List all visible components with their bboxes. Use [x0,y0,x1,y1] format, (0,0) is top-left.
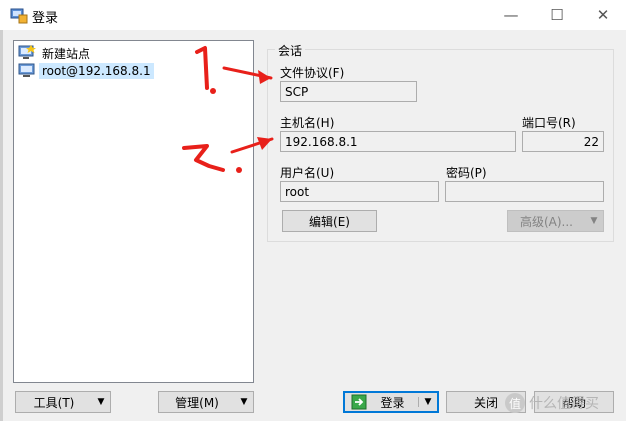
password-label: 密码(P) [446,166,487,180]
login-button[interactable]: 登录 ▼ [343,391,439,413]
minimize-button[interactable]: — [488,0,534,30]
chevron-down-icon: ▼ [418,397,437,407]
chevron-down-icon: ▼ [590,216,598,226]
maximize-button[interactable]: ☐ [534,0,580,30]
tree-item-label: root@192.168.8.1 [39,63,154,79]
advanced-button-label: 高级(A)... [519,214,574,229]
login-button-label: 登录 [380,395,405,410]
close-icon: ✕ [596,6,610,24]
host-field[interactable]: 192.168.8.1 [280,131,516,152]
watermark-badge: 值 [505,393,525,413]
protocol-label: 文件协议(F) [280,66,345,80]
protocol-select[interactable]: SCP [280,81,417,102]
site-tree[interactable]: 新建站点 root@192.168.8.1 [13,40,254,383]
tools-button[interactable]: 工具(T) ▼ [15,391,111,413]
port-label: 端口号(R) [522,116,576,130]
window-title: 登录 [32,11,59,26]
port-field[interactable]: 22 [522,131,604,152]
watermark: 值 什么值得买 [505,393,599,413]
computer-icon [18,63,35,77]
edit-button[interactable]: 编辑(E) [282,210,377,232]
chevron-down-icon: ▼ [97,397,105,407]
user-field[interactable]: root [280,181,439,202]
manage-button[interactable]: 管理(M) ▼ [158,391,254,413]
title-bar: 登录 — ☐ ✕ [0,0,626,30]
advanced-button[interactable]: 高级(A)... ▼ [507,210,604,232]
app-icon [10,8,28,24]
port-value: 22 [583,134,599,149]
manage-button-label: 管理(M) [175,395,219,410]
password-field[interactable] [445,181,604,202]
login-icon [351,394,367,410]
tools-button-label: 工具(T) [33,395,75,410]
tree-item-new-site[interactable]: 新建站点 [18,44,93,62]
minimize-icon: — [503,6,519,24]
window-edge [0,30,3,421]
protocol-value: SCP [285,84,309,99]
edit-button-label: 编辑(E) [309,214,350,229]
close-window-button[interactable]: ✕ [580,0,626,30]
user-label: 用户名(U) [280,166,335,180]
chevron-down-icon: ▼ [240,397,248,407]
session-group-title: 会话 [275,42,306,59]
host-value: 192.168.8.1 [285,134,358,149]
host-label: 主机名(H) [280,116,335,130]
new-site-icon [18,45,36,59]
user-value: root [285,184,310,199]
maximize-icon: ☐ [550,6,564,24]
tree-item-label: 新建站点 [42,46,91,61]
tree-item-saved-site[interactable]: root@192.168.8.1 [18,62,154,80]
watermark-text: 什么值得买 [529,396,599,412]
